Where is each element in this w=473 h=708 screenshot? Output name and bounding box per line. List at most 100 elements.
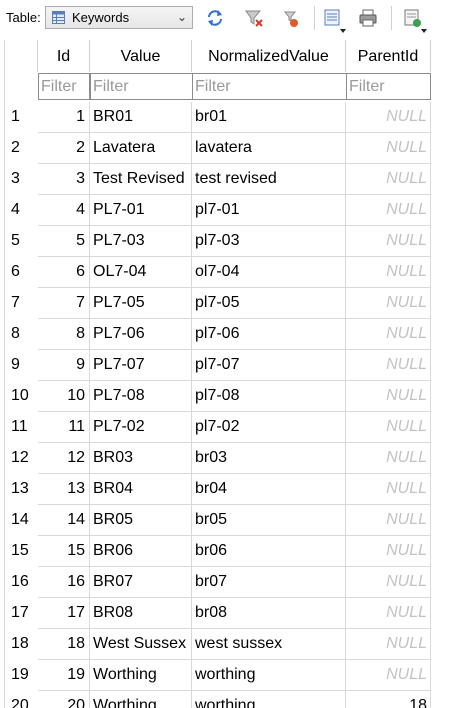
cell-id[interactable]: 5 <box>38 226 90 257</box>
dropdown-arrow-icon[interactable] <box>421 29 427 33</box>
row-number[interactable]: 7 <box>5 288 38 319</box>
filter-input-normalizedvalue[interactable]: Filter <box>192 73 347 100</box>
table-row[interactable]: 5 5 PL7-03 pl7-03 NULL <box>5 226 431 257</box>
column-header-parentid[interactable]: ParentId <box>346 40 431 72</box>
table-row[interactable]: 13 13 BR04 br04 NULL <box>5 474 431 505</box>
row-number[interactable]: 14 <box>5 505 38 536</box>
table-row[interactable]: 20 20 Worthing worthing 18 <box>5 691 431 708</box>
cell-parentid[interactable]: NULL <box>346 102 431 133</box>
save-filter-icon[interactable] <box>280 7 302 29</box>
cell-normalizedvalue[interactable]: br03 <box>192 443 346 474</box>
cell-parentid[interactable]: NULL <box>346 381 431 412</box>
row-number[interactable]: 16 <box>5 567 38 598</box>
cell-normalizedvalue[interactable]: br07 <box>192 567 346 598</box>
cell-value[interactable]: Worthing <box>90 691 192 708</box>
cell-value[interactable]: Lavatera <box>90 133 192 164</box>
table-row[interactable]: 18 18 West Sussex west sussex NULL <box>5 629 431 660</box>
table-row[interactable]: 2 2 Lavatera lavatera NULL <box>5 133 431 164</box>
cell-value[interactable]: BR03 <box>90 443 192 474</box>
cell-parentid[interactable]: NULL <box>346 629 431 660</box>
row-number[interactable]: 12 <box>5 443 38 474</box>
table-row[interactable]: 8 8 PL7-06 pl7-06 NULL <box>5 319 431 350</box>
cell-id[interactable]: 16 <box>38 567 90 598</box>
new-record-icon[interactable] <box>402 7 424 29</box>
refresh-icon[interactable] <box>204 7 226 29</box>
cell-parentid[interactable]: NULL <box>346 660 431 691</box>
row-number[interactable]: 15 <box>5 536 38 567</box>
column-header-normalizedvalue[interactable]: NormalizedValue <box>192 40 346 72</box>
table-row[interactable]: 11 11 PL7-02 pl7-02 NULL <box>5 412 431 443</box>
cell-parentid[interactable]: NULL <box>346 505 431 536</box>
table-row[interactable]: 6 6 OL7-04 ol7-04 NULL <box>5 257 431 288</box>
cell-value[interactable]: BR04 <box>90 474 192 505</box>
cell-value[interactable]: PL7-05 <box>90 288 192 319</box>
cell-normalizedvalue[interactable]: pl7-03 <box>192 226 346 257</box>
cell-parentid[interactable]: NULL <box>346 443 431 474</box>
row-number[interactable]: 19 <box>5 660 38 691</box>
table-row[interactable]: 1 1 BR01 br01 NULL <box>5 102 431 133</box>
table-row[interactable]: 17 17 BR08 br08 NULL <box>5 598 431 629</box>
cell-parentid[interactable]: NULL <box>346 164 431 195</box>
table-select[interactable]: Keywords ⌄ <box>45 6 193 29</box>
cell-normalizedvalue[interactable]: br08 <box>192 598 346 629</box>
cell-value[interactable]: BR01 <box>90 102 192 133</box>
cell-normalizedvalue[interactable]: pl7-07 <box>192 350 346 381</box>
cell-id[interactable]: 9 <box>38 350 90 381</box>
cell-parentid[interactable]: NULL <box>346 226 431 257</box>
cell-value[interactable]: PL7-06 <box>90 319 192 350</box>
filter-input-parentid[interactable]: Filter <box>346 73 431 100</box>
cell-parentid[interactable]: NULL <box>346 350 431 381</box>
cell-parentid[interactable]: NULL <box>346 567 431 598</box>
table-row[interactable]: 15 15 BR06 br06 NULL <box>5 536 431 567</box>
row-number[interactable]: 5 <box>5 226 38 257</box>
cell-normalizedvalue[interactable]: pl7-01 <box>192 195 346 226</box>
cell-parentid[interactable]: NULL <box>346 257 431 288</box>
cell-value[interactable]: OL7-04 <box>90 257 192 288</box>
clear-filters-icon[interactable] <box>243 7 265 29</box>
cell-id[interactable]: 20 <box>38 691 90 708</box>
dropdown-arrow-icon[interactable] <box>340 29 346 33</box>
row-number[interactable]: 2 <box>5 133 38 164</box>
cell-parentid[interactable]: 18 <box>346 691 431 708</box>
cell-id[interactable]: 10 <box>38 381 90 412</box>
cell-value[interactable]: PL7-01 <box>90 195 192 226</box>
cell-parentid[interactable]: NULL <box>346 536 431 567</box>
cell-parentid[interactable]: NULL <box>346 288 431 319</box>
cell-normalizedvalue[interactable]: worthing <box>192 660 346 691</box>
cell-id[interactable]: 14 <box>38 505 90 536</box>
table-row[interactable]: 12 12 BR03 br03 NULL <box>5 443 431 474</box>
cell-id[interactable]: 3 <box>38 164 90 195</box>
cell-normalizedvalue[interactable]: pl7-02 <box>192 412 346 443</box>
row-number[interactable]: 8 <box>5 319 38 350</box>
cell-id[interactable]: 4 <box>38 195 90 226</box>
cell-value[interactable]: PL7-02 <box>90 412 192 443</box>
cell-id[interactable]: 12 <box>38 443 90 474</box>
cell-value[interactable]: BR05 <box>90 505 192 536</box>
cell-normalizedvalue[interactable]: test revised <box>192 164 346 195</box>
row-number[interactable]: 1 <box>5 102 38 133</box>
cell-id[interactable]: 1 <box>38 102 90 133</box>
cell-normalizedvalue[interactable]: pl7-05 <box>192 288 346 319</box>
cell-value[interactable]: BR06 <box>90 536 192 567</box>
cell-value[interactable]: BR07 <box>90 567 192 598</box>
cell-parentid[interactable]: NULL <box>346 319 431 350</box>
table-row[interactable]: 9 9 PL7-07 pl7-07 NULL <box>5 350 431 381</box>
cell-value[interactable]: PL7-07 <box>90 350 192 381</box>
row-number[interactable]: 18 <box>5 629 38 660</box>
cell-parentid[interactable]: NULL <box>346 412 431 443</box>
row-number[interactable]: 11 <box>5 412 38 443</box>
table-row[interactable]: 19 19 Worthing worthing NULL <box>5 660 431 691</box>
row-number[interactable]: 17 <box>5 598 38 629</box>
table-row[interactable]: 14 14 BR05 br05 NULL <box>5 505 431 536</box>
cell-normalizedvalue[interactable]: br01 <box>192 102 346 133</box>
table-row[interactable]: 3 3 Test Revised test revised NULL <box>5 164 431 195</box>
cell-normalizedvalue[interactable]: lavatera <box>192 133 346 164</box>
cell-id[interactable]: 13 <box>38 474 90 505</box>
insert-record-icon[interactable] <box>322 7 344 29</box>
cell-normalizedvalue[interactable]: pl7-08 <box>192 381 346 412</box>
cell-normalizedvalue[interactable]: west sussex <box>192 629 346 660</box>
cell-id[interactable]: 7 <box>38 288 90 319</box>
cell-value[interactable]: PL7-03 <box>90 226 192 257</box>
cell-parentid[interactable]: NULL <box>346 474 431 505</box>
cell-normalizedvalue[interactable]: worthing <box>192 691 346 708</box>
